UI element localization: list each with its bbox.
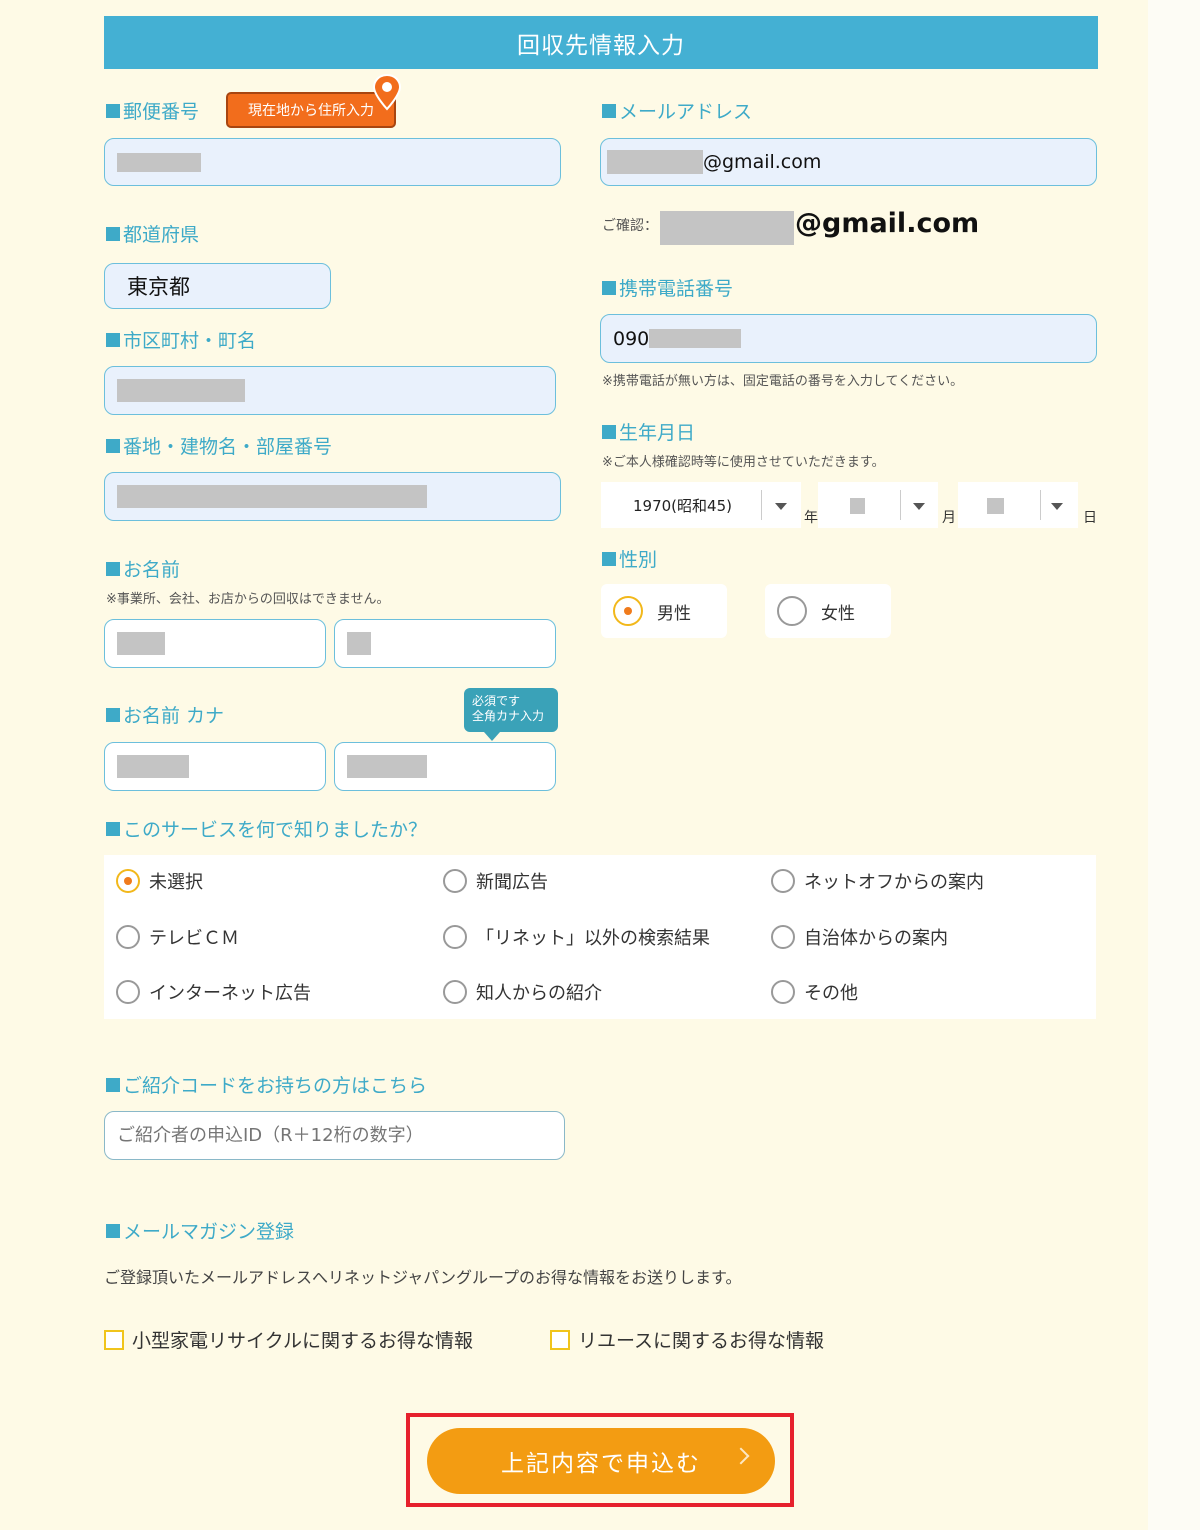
year-unit: 年 [804, 510, 818, 526]
survey-option[interactable]: その他 [771, 979, 858, 1005]
street-input[interactable] [104, 472, 561, 521]
newsletter-option[interactable]: リユースに関するお得な情報 [550, 1326, 824, 1353]
radio-icon[interactable] [443, 925, 467, 949]
first-name-kana-input[interactable] [334, 742, 556, 791]
month-unit: 月 [942, 510, 956, 526]
redacted-value [117, 632, 165, 655]
radio-icon[interactable] [771, 980, 795, 1004]
radio-icon[interactable] [116, 980, 140, 1004]
survey-option[interactable]: 自治体からの案内 [771, 924, 948, 950]
checkbox-icon[interactable] [104, 1329, 124, 1350]
day-unit: 日 [1083, 510, 1097, 526]
kana-label: お名前 カナ [106, 701, 224, 728]
prefecture-value: 東京都 [127, 275, 190, 299]
first-name-input[interactable] [334, 619, 556, 668]
submit-label: 上記内容で申込む [501, 1451, 701, 1477]
street-label: 番地・建物名・部屋番号 [106, 432, 332, 459]
survey-option[interactable]: 未選択 [116, 868, 203, 894]
radio-selected-icon[interactable] [613, 596, 643, 626]
radio-icon[interactable] [443, 980, 467, 1004]
geolocate-address-button[interactable]: 現在地から住所入力 [226, 92, 396, 128]
survey-option[interactable]: インターネット広告 [116, 979, 311, 1005]
redacted-value [347, 755, 427, 778]
chevron-right-icon [732, 1447, 750, 1465]
gender-option-male[interactable]: 男性 [601, 584, 727, 638]
tooltip-line: 必須です [472, 694, 521, 708]
name-note: ※事業所、会社、お店からの回収はできません。 [106, 592, 390, 607]
redacted-value [987, 498, 1004, 514]
email-label: メールアドレス [602, 97, 752, 124]
redacted-value [117, 485, 427, 508]
redacted-value [649, 329, 742, 348]
referral-label: ご紹介コードをお持ちの方はこちら [106, 1071, 427, 1098]
radio-icon[interactable] [116, 925, 140, 949]
city-label: 市区町村・町名 [106, 326, 256, 353]
tooltip-line: 全角カナ入力 [472, 709, 545, 723]
survey-option[interactable]: 「リネット」以外の検索結果 [443, 924, 710, 950]
email-confirm-label: ご確認： [602, 218, 658, 234]
mobile-label: 携帯電話番号 [602, 274, 733, 301]
birth-label: 生年月日 [602, 418, 695, 445]
redacted-value [117, 152, 201, 172]
checkbox-icon[interactable] [550, 1329, 570, 1350]
survey-option[interactable]: 知人からの紹介 [443, 979, 602, 1005]
select-divider [900, 490, 901, 520]
email-domain: @gmail.com [703, 151, 822, 173]
kana-required-tooltip: 必須です 全角カナ入力 [464, 688, 558, 741]
chevron-down-icon [913, 503, 925, 510]
last-name-kana-input[interactable] [104, 742, 326, 791]
survey-option[interactable]: 新聞広告 [443, 868, 548, 894]
name-label: お名前 [106, 555, 180, 582]
chevron-down-icon [1051, 503, 1063, 510]
newsletter-label: メールマガジン登録 [106, 1217, 294, 1244]
mobile-note: ※携帯電話が無い方は、固定電話の番号を入力してください。 [602, 374, 964, 389]
prefecture-label: 都道府県 [106, 220, 199, 247]
birth-year-value: 1970(昭和45) [633, 496, 732, 515]
newsletter-option[interactable]: 小型家電リサイクルに関するお得な情報 [104, 1326, 473, 1353]
referral-code-input[interactable] [104, 1111, 565, 1160]
radio-icon[interactable] [443, 869, 467, 893]
postal-label: 郵便番号 [106, 97, 199, 124]
newsletter-description: ご登録頂いたメールアドレスへリネットジャパングループのお得な情報をお送りします。 [104, 1268, 742, 1287]
redacted-value [660, 211, 794, 245]
redacted-value [347, 632, 371, 655]
chevron-down-icon [775, 503, 787, 510]
redacted-value [850, 498, 865, 514]
redacted-value [117, 379, 245, 402]
redacted-value [607, 150, 703, 174]
page-title: 回収先情報入力 [104, 16, 1098, 69]
email-input[interactable]: @gmail.com [600, 138, 1097, 186]
mobile-prefix: 090 [613, 327, 650, 350]
survey-label: このサービスを何で知りましたか？ [106, 815, 427, 842]
birth-day-select[interactable] [958, 482, 1078, 528]
prefecture-field[interactable]: 東京都 [104, 263, 331, 309]
email-confirm-domain: @gmail.com [795, 208, 980, 239]
radio-icon[interactable] [777, 596, 807, 626]
radio-icon[interactable] [771, 869, 795, 893]
survey-option[interactable]: テレビＣＭ [116, 924, 239, 950]
gender-label: 性別 [602, 545, 657, 572]
city-input[interactable] [104, 366, 556, 415]
select-divider [1040, 490, 1041, 520]
location-pin-icon [372, 73, 402, 111]
last-name-input[interactable] [104, 619, 326, 668]
gender-option-female[interactable]: 女性 [765, 584, 891, 638]
page-right-edge [1148, 0, 1200, 1530]
birth-month-select[interactable] [818, 482, 938, 528]
mobile-input[interactable]: 090 [600, 314, 1097, 363]
birth-year-select[interactable]: 1970(昭和45) [601, 482, 801, 528]
birth-note: ※ご本人様確認時等に使用させていただきます。 [602, 455, 885, 470]
gender-option-label: 男性 [657, 603, 691, 624]
radio-selected-icon[interactable] [116, 869, 140, 893]
submit-button[interactable]: 上記内容で申込む [427, 1428, 775, 1494]
redacted-value [117, 755, 189, 778]
gender-option-label: 女性 [821, 603, 855, 624]
postal-code-input[interactable] [104, 138, 561, 186]
select-divider [761, 490, 762, 520]
survey-option[interactable]: ネットオフからの案内 [771, 868, 984, 894]
radio-icon[interactable] [771, 925, 795, 949]
